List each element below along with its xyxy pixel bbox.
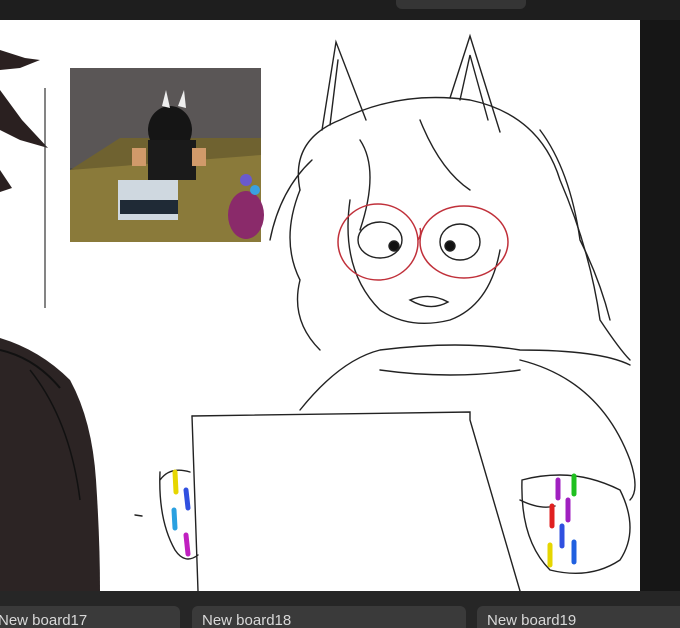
board-tab-18[interactable]: New board18 bbox=[192, 606, 466, 628]
glasses bbox=[337, 203, 509, 281]
top-toolbar bbox=[0, 0, 680, 20]
board-tab-17[interactable]: New board17 bbox=[0, 606, 180, 628]
sketch-svg bbox=[0, 33, 636, 591]
reference-photo[interactable] bbox=[70, 68, 264, 242]
right-gutter bbox=[640, 20, 680, 591]
board-tab-19[interactable]: New board19 bbox=[477, 606, 680, 628]
top-tab[interactable] bbox=[396, 0, 526, 9]
drawing-canvas[interactable] bbox=[0, 20, 640, 591]
fingernails bbox=[171, 469, 577, 568]
app-window: New board17 New board18 New board19 bbox=[0, 0, 680, 628]
